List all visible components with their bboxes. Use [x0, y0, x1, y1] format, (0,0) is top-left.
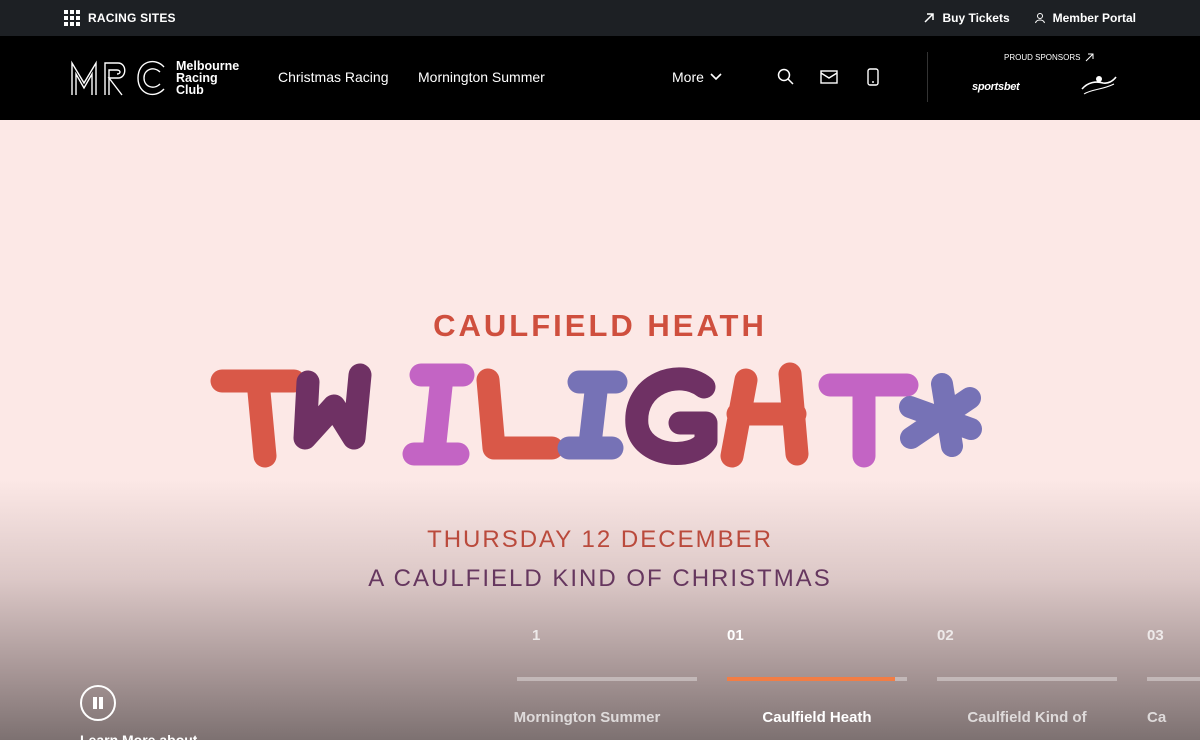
user-icon	[1034, 13, 1045, 24]
nav-christmas-racing[interactable]: Christmas Racing	[278, 69, 388, 85]
buy-tickets-label: Buy Tickets	[942, 11, 1010, 25]
proud-sponsors-link[interactable]: PROUD SPONSORS	[1004, 53, 1094, 62]
arrow-up-right-icon	[1086, 53, 1094, 62]
slide-progress-track	[1147, 677, 1200, 681]
main-navigation: Melbourne Racing Club Christmas Racing M…	[0, 36, 1200, 120]
slide-number: 1	[532, 627, 541, 644]
arrow-up-right-icon	[924, 13, 935, 23]
more-label: More	[672, 69, 704, 85]
twilight-title-artwork	[210, 362, 982, 468]
slide-title: Mornington Summer	[513, 709, 661, 726]
nav-divider	[927, 52, 928, 102]
logo-line: Club	[176, 83, 204, 97]
phone-icon[interactable]	[864, 68, 882, 86]
hero-kicker: CAULFIELD HEATH	[433, 308, 767, 343]
hero-date: THURSDAY 12 DECEMBER	[427, 526, 773, 553]
top-utility-bar: RACING SITES Buy Tickets Member Portal	[0, 0, 1200, 36]
mrc-logo-icon	[71, 60, 165, 96]
racing-sites-button[interactable]: RACING SITES	[64, 10, 176, 26]
search-icon[interactable]	[777, 68, 795, 86]
logo-wordmark: Melbourne Racing Club	[176, 60, 239, 97]
slide-progress-track	[937, 677, 1117, 681]
slide-title: Caulfield Heath	[762, 709, 872, 726]
grid-icon	[64, 10, 80, 26]
nav-mornington-summer[interactable]: Mornington Summer	[418, 69, 545, 85]
buy-tickets-link[interactable]: Buy Tickets	[923, 11, 1010, 25]
hero-carousel: CAULFIELD HEATH THURSDAY 12 DECEMBER A C…	[0, 120, 1200, 740]
sportsbet-logo[interactable]: sportsbet	[972, 81, 1020, 93]
racing-sites-label: RACING SITES	[88, 11, 176, 25]
slide-number: 01	[727, 627, 744, 644]
hero-tagline: A CAULFIELD KIND OF CHRISTMAS	[368, 565, 832, 592]
slide-progress-track	[727, 677, 907, 681]
slide-progress-track	[517, 677, 697, 681]
slide-title: Ca	[1147, 709, 1167, 726]
member-portal-link[interactable]: Member Portal	[1034, 11, 1136, 25]
top-right-links: Buy Tickets Member Portal	[923, 11, 1136, 25]
pause-icon[interactable]	[80, 685, 116, 721]
mail-icon[interactable]	[820, 68, 838, 86]
slide-number: 02	[937, 627, 954, 644]
slide-number: 03	[1147, 627, 1164, 644]
schweppes-logo[interactable]	[1080, 74, 1118, 98]
slide-progress-fill	[727, 677, 895, 681]
proud-sponsors-label: PROUD SPONSORS	[1004, 53, 1081, 62]
hero-learn-more-clipped[interactable]: Learn More about	[80, 732, 197, 740]
member-portal-label: Member Portal	[1052, 11, 1136, 25]
more-menu-button[interactable]: More	[672, 69, 722, 85]
mrc-logo[interactable]: Melbourne Racing Club	[70, 58, 239, 98]
chevron-down-icon	[710, 73, 722, 81]
slide-title: Caulfield Kind of	[967, 709, 1087, 726]
